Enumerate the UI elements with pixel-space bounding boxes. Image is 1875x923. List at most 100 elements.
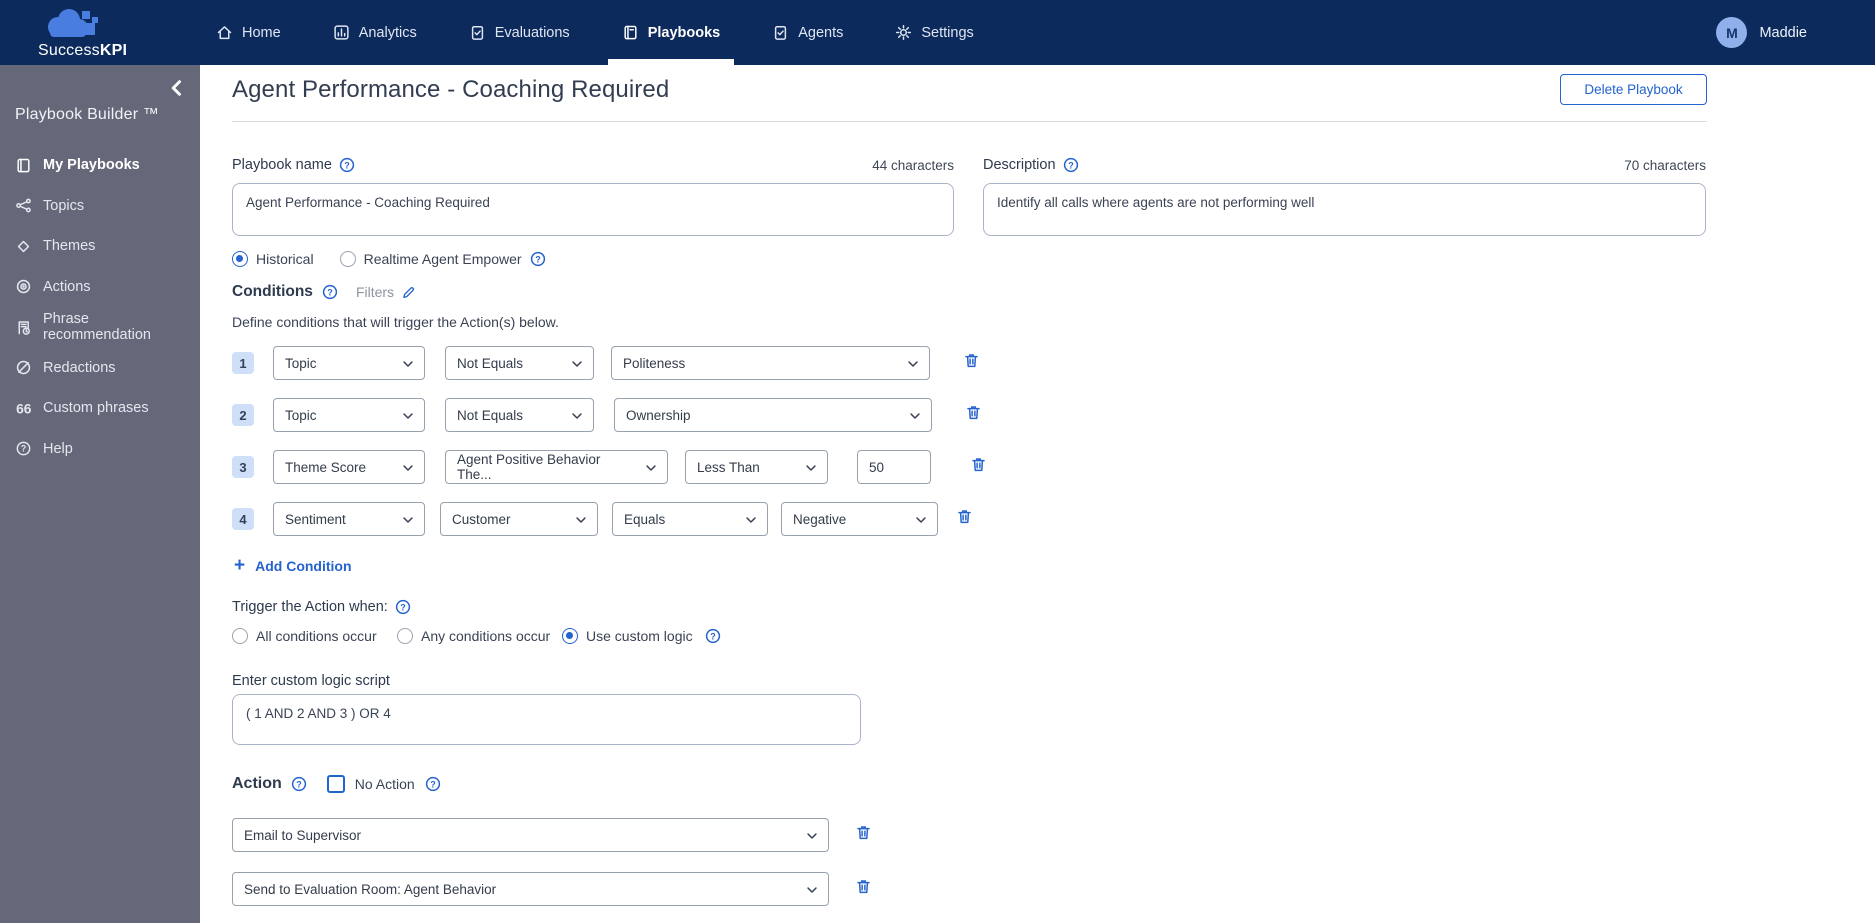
mode-option-historical[interactable]: Historical (232, 251, 314, 267)
nav-item-analytics[interactable]: Analytics (333, 0, 417, 65)
filters-button[interactable]: Filters (356, 284, 416, 300)
conditions-help-icon[interactable]: ? (322, 284, 338, 300)
sidebar-item-label: Topics (43, 197, 85, 214)
sidebar-item-custom-phrases[interactable]: 66 Custom phrases (0, 388, 200, 429)
condition-select[interactable]: Topic (273, 346, 425, 380)
sidebar-item-topics[interactable]: Topics (0, 186, 200, 227)
condition-select[interactable]: Ownership (614, 398, 932, 432)
nav-item-label: Home (242, 24, 281, 41)
user-name: Maddie (1759, 24, 1807, 41)
playbook-name-help-icon[interactable]: ? (339, 157, 355, 173)
delete-condition-button[interactable] (956, 508, 973, 525)
condition-select[interactable]: Negative (781, 502, 938, 536)
no-action-help-icon[interactable]: ? (425, 776, 441, 792)
delete-condition-button[interactable] (970, 456, 987, 473)
condition-row: 3 Theme Score Agent Positive Behavior The.… (200, 450, 1875, 484)
chevron-down-icon (914, 513, 928, 527)
help-circle-icon: ? (15, 440, 32, 457)
mode-option-realtime-agent-empower[interactable]: Realtime Agent Empower? (339, 251, 546, 267)
description-input[interactable]: Identify all calls where agents are not … (983, 183, 1706, 236)
playbook-name-label-row: Playbook name ? (232, 157, 355, 173)
radio-button[interactable] (232, 251, 248, 267)
condition-select[interactable]: Sentiment (273, 502, 425, 536)
condition-select[interactable]: Not Equals (445, 346, 594, 380)
brand-logo[interactable]: SuccessKPI (38, 5, 148, 60)
pencil-icon (401, 285, 416, 300)
condition-select[interactable]: Topic (273, 398, 425, 432)
plus-icon: + (234, 555, 246, 576)
trigger-option-all-conditions-occur[interactable]: All conditions occur (232, 628, 377, 644)
nav-item-evaluations[interactable]: Evaluations (469, 0, 570, 65)
svg-text:?: ? (344, 160, 350, 170)
nav-item-playbooks[interactable]: Playbooks (607, 0, 734, 65)
action-help-icon[interactable]: ? (291, 776, 307, 792)
action-row: Email to Supervisor (200, 818, 1875, 852)
nav-item-home[interactable]: Home (216, 0, 281, 65)
condition-row: 4 Sentiment Customer Equals Negative (200, 502, 1875, 536)
nav-item-label: Evaluations (494, 24, 570, 41)
sidebar-item-themes[interactable]: Themes (0, 226, 200, 267)
trigger-label: Trigger the Action when: (232, 599, 388, 615)
condition-number-badge: 2 (232, 404, 254, 426)
condition-row: 2 Topic Not Equals Ownership (200, 398, 1875, 432)
condition-select[interactable]: Equals (612, 502, 768, 536)
playbook-name-input[interactable]: Agent Performance - Coaching Required (232, 183, 954, 236)
user-menu[interactable]: M Maddie (1716, 0, 1807, 65)
sidebar-item-label: Themes (43, 238, 96, 255)
custom-logic-input[interactable]: ( 1 AND 2 AND 3 ) OR 4 (232, 694, 861, 745)
chevron-down-icon (570, 357, 584, 371)
book-icon (15, 157, 32, 174)
nav-item-label: Analytics (358, 24, 417, 41)
condition-select[interactable]: Theme Score (273, 450, 425, 484)
condition-value-input[interactable] (857, 450, 931, 484)
sidebar-item-redactions[interactable]: Redactions (0, 348, 200, 389)
description-label-row: Description ? (983, 157, 1079, 173)
delete-condition-button[interactable] (963, 352, 980, 369)
mode-help-icon[interactable]: ? (530, 251, 546, 267)
avatar[interactable]: M (1716, 17, 1748, 48)
sidebar-item-help[interactable]: ? Help (0, 429, 200, 470)
svg-text:66: 66 (16, 400, 32, 416)
condition-select[interactable]: Less Than (685, 450, 828, 484)
condition-select[interactable]: Customer (440, 502, 598, 536)
agents-icon (772, 24, 789, 41)
no-action-checkbox[interactable] (326, 775, 345, 793)
radio-button[interactable] (339, 251, 356, 267)
radio-button[interactable] (562, 628, 578, 644)
condition-select[interactable]: Agent Positive Behavior The... (445, 450, 668, 484)
sidebar-collapse-button[interactable] (167, 78, 187, 98)
description-help-icon[interactable]: ? (1063, 157, 1079, 173)
trigger-option-help-icon[interactable]: ? (705, 628, 721, 644)
delete-action-button[interactable] (855, 878, 872, 895)
condition-select[interactable]: Politeness (611, 346, 930, 380)
main-content: Agent Performance - Coaching Required De… (200, 65, 1875, 923)
radio-label: All conditions occur (256, 628, 377, 644)
settings-icon (895, 24, 912, 41)
action-title: Action (232, 775, 282, 792)
chevron-down-icon (401, 461, 415, 475)
delete-playbook-button[interactable]: Delete Playbook (1560, 74, 1707, 105)
sidebar-item-phrase-recommendation[interactable]: Phrase recommendation (0, 307, 200, 348)
condition-number-badge: 4 (232, 508, 254, 530)
delete-action-button[interactable] (855, 824, 872, 841)
chevron-down-icon (401, 409, 415, 423)
quotes-icon: 66 (15, 400, 32, 417)
add-condition-button[interactable]: + Add Condition (234, 556, 352, 575)
sidebar-title: Playbook Builder ™ (15, 106, 160, 123)
delete-condition-button[interactable] (965, 404, 982, 421)
trigger-option-any-conditions-occur[interactable]: Any conditions occur (397, 628, 550, 644)
trigger-option-use-custom-logic[interactable]: Use custom logic? (562, 628, 721, 644)
sidebar-item-my-playbooks[interactable]: My Playbooks (0, 145, 200, 186)
radio-button[interactable] (397, 628, 413, 644)
radio-button[interactable] (232, 628, 248, 644)
sidebar-item-actions[interactable]: Actions (0, 267, 200, 308)
radio-label: Any conditions occur (421, 628, 551, 644)
nav-item-agents[interactable]: Agents (772, 0, 843, 65)
trigger-help-icon[interactable]: ? (395, 599, 411, 615)
action-select[interactable]: Send to Evaluation Room: Agent Behavior (232, 872, 829, 906)
action-select[interactable]: Email to Supervisor (232, 818, 829, 852)
condition-select[interactable]: Not Equals (445, 398, 594, 432)
condition-rows: 1 Topic Not Equals Politeness 2 Topic Not Equa… (200, 346, 1875, 556)
playbooks-icon (622, 24, 639, 41)
nav-item-settings[interactable]: Settings (895, 0, 974, 65)
